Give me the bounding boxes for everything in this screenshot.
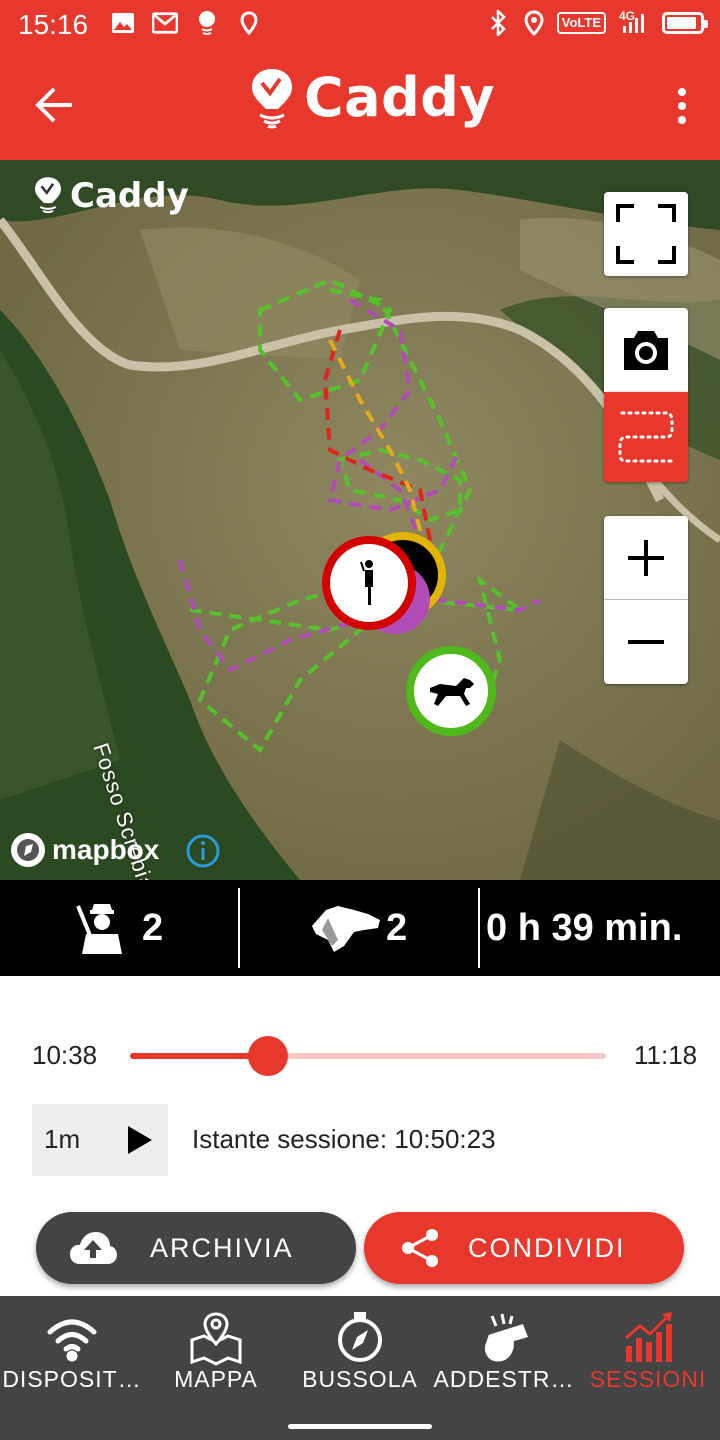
map-brand-logo: Caddy <box>32 176 189 216</box>
playback-control: 1m <box>32 1104 168 1176</box>
bluetooth-icon <box>485 10 511 36</box>
status-bar: 15:16 VoLTE 4G <box>0 0 720 52</box>
notification-icons <box>110 10 262 36</box>
dogs-stat: 2 <box>308 880 407 976</box>
wifi-icon <box>47 1319 97 1362</box>
dog-head-icon <box>312 906 380 952</box>
network-type: 4G <box>618 9 635 23</box>
caddy-logo-icon <box>251 68 293 128</box>
play-button[interactable] <box>122 1122 158 1158</box>
fullscreen-button[interactable] <box>604 192 688 276</box>
map-icon <box>190 1312 242 1366</box>
dog-marker[interactable] <box>406 646 496 736</box>
archive-label: ARCHIVIA <box>150 1232 294 1263</box>
mapbox-logo-icon <box>11 833 45 867</box>
playback-step[interactable]: 1m <box>44 1124 80 1155</box>
zoom-out-button[interactable] <box>604 600 688 684</box>
person-icon <box>360 560 373 605</box>
home-indicator[interactable] <box>288 1424 432 1429</box>
dogs-count: 2 <box>386 906 408 949</box>
nav-item-training[interactable]: ADDESTR… <box>432 1296 576 1406</box>
app-header: Caddy <box>0 52 720 160</box>
nav-label: MAPPA <box>174 1366 258 1392</box>
share-label: CONDIVIDI <box>468 1232 626 1263</box>
arrow-left-icon <box>35 87 72 123</box>
bottom-navigation: DISPOSIT… MAPPA BUSSOLA ADDESTR… SESSION… <box>0 1296 720 1440</box>
play-icon <box>128 1126 152 1154</box>
nav-label: DISPOSIT… <box>2 1366 142 1392</box>
route-button[interactable] <box>604 392 688 482</box>
system-icons: VoLTE 4G <box>485 9 708 36</box>
session-duration: 0 h 39 min. <box>486 906 683 949</box>
image-icon <box>110 10 136 36</box>
volte-icon: VoLTE <box>556 12 606 34</box>
nav-item-sessions[interactable]: SESSIONI <box>576 1296 720 1406</box>
nav-item-compass[interactable]: BUSSOLA <box>288 1296 432 1406</box>
location-icon <box>521 10 547 36</box>
stat-divider <box>238 888 240 968</box>
fullscreen-icon <box>616 204 676 264</box>
brand-title: Caddy <box>304 66 496 129</box>
caddy-notify-icon <box>194 10 220 36</box>
plus-icon <box>628 539 664 576</box>
timeline-start: 10:38 <box>32 1040 98 1070</box>
session-instant: Istante sessione: 10:50:23 <box>192 1124 496 1154</box>
share-icon <box>402 1229 438 1267</box>
status-time: 15:16 <box>18 9 89 40</box>
stat-divider <box>478 888 480 968</box>
nav-label: SESSIONI <box>589 1366 707 1392</box>
route-icon <box>618 411 674 463</box>
camera-button[interactable] <box>604 308 688 392</box>
satellite-map[interactable]: Caddy Fosso Screbia mapbox <box>0 160 720 880</box>
nav-item-map[interactable]: MAPPA <box>144 1296 288 1406</box>
chart-icon <box>625 1312 672 1362</box>
camera-icon <box>624 331 668 370</box>
app-root: 15:16 VoLTE 4G Caddy Caddy Fosso Screbia… <box>0 0 720 1440</box>
zoom-in-button[interactable] <box>604 516 688 600</box>
location-pin-icon <box>236 10 262 36</box>
info-icon <box>186 834 220 868</box>
duration-stat: 0 h 39 min. <box>486 880 682 976</box>
timeline-end: 11:18 <box>634 1040 698 1070</box>
handler-marker[interactable] <box>322 536 416 630</box>
battery-fill <box>667 17 696 29</box>
handlers-stat: 2 <box>74 880 163 976</box>
back-button[interactable] <box>30 80 80 130</box>
compass-icon <box>338 1312 382 1362</box>
signal-icon: 4G <box>616 9 652 36</box>
slider-thumb[interactable] <box>248 1036 289 1076</box>
app-logo: Caddy <box>248 66 495 129</box>
share-button[interactable]: CONDIVIDI <box>364 1212 684 1284</box>
cloud-upload-icon <box>70 1232 117 1264</box>
dog-icon <box>430 678 474 706</box>
timeline-slider[interactable] <box>130 1036 606 1076</box>
gmail-icon <box>152 10 178 36</box>
map-brand-title: Caddy <box>70 176 189 216</box>
nav-label: BUSSOLA <box>302 1366 418 1392</box>
hunter-icon <box>76 904 122 954</box>
nav-label: ADDESTR… <box>433 1366 575 1392</box>
battery-icon <box>662 12 708 34</box>
handlers-count: 2 <box>142 906 164 949</box>
archive-button[interactable]: ARCHIVIA <box>36 1212 356 1284</box>
mapbox-label: mapbox <box>52 834 160 865</box>
nav-item-devices[interactable]: DISPOSIT… <box>0 1296 144 1406</box>
map-info-button[interactable] <box>186 834 220 873</box>
minus-icon <box>628 640 664 644</box>
session-stats-bar: 2 2 0 h 39 min. <box>0 880 720 976</box>
more-vert-icon <box>678 88 686 124</box>
whistle-icon <box>484 1313 529 1362</box>
mapbox-attribution[interactable]: mapbox <box>10 832 159 868</box>
caddy-logo-icon <box>35 177 61 214</box>
more-menu-button[interactable] <box>674 86 690 126</box>
